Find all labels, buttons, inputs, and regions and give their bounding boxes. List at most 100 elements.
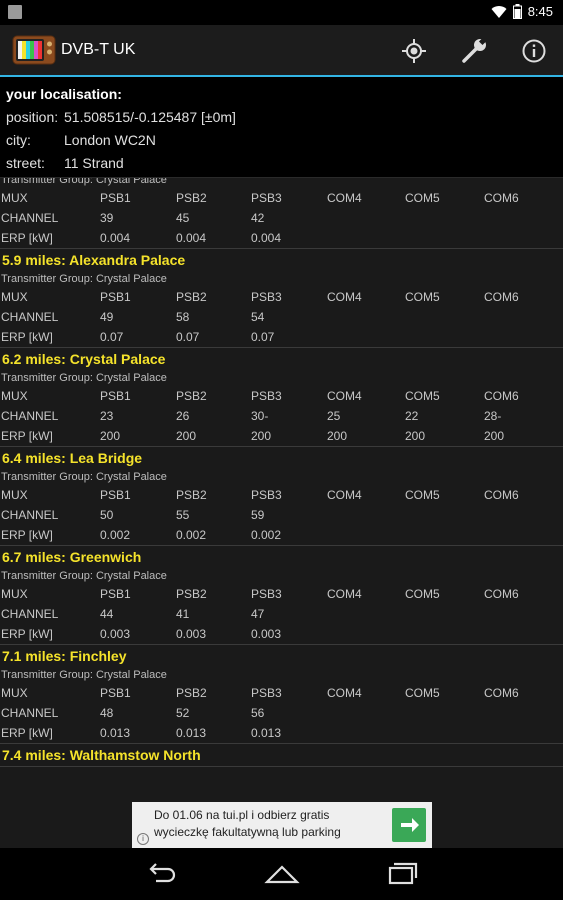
ad-line-1: Do 01.06 na tui.pl i odbierz gratis: [154, 808, 330, 822]
channel-cell: 58: [176, 310, 190, 324]
transmitter-title: 6.4 miles: Lea Bridge: [2, 450, 143, 466]
transmitter-group: Transmitter Group: Crystal Palace: [1, 178, 167, 186]
mux-cell: MUX: [1, 488, 28, 502]
transmitter-entry[interactable]: 6.2 miles: Crystal Palace Transmitter Gro…: [0, 348, 563, 447]
mux-cell: PSB2: [176, 389, 207, 403]
transmitter-entry[interactable]: Transmitter Group: Crystal Palace MUX PSB1…: [0, 178, 563, 249]
channel-cell: CHANNEL: [1, 211, 59, 225]
position-value: 51.508515/-0.125487 [±0m]: [64, 109, 236, 125]
erp-cell: ERP [kW]: [1, 330, 53, 344]
channel-cell: 55: [176, 508, 190, 522]
mux-cell: PSB3: [251, 389, 282, 403]
mux-cell: MUX: [1, 290, 28, 304]
transmitter-entry[interactable]: 6.4 miles: Lea Bridge Transmitter Group: …: [0, 447, 563, 546]
mux-row: MUX PSB1 PSB2 PSB3 COM4 COM5 COM6: [0, 386, 563, 406]
transmitter-entry[interactable]: 7.4 miles: Walthamstow North: [0, 744, 563, 767]
mux-cell: PSB3: [251, 686, 282, 700]
channel-cell: 23: [100, 409, 114, 423]
erp-cell: 0.004: [251, 231, 282, 245]
street-value: 11 Strand: [64, 155, 124, 171]
erp-cell: 200: [251, 429, 272, 443]
city-label: city:: [6, 132, 31, 148]
mux-cell: PSB2: [176, 488, 207, 502]
channel-cell: 42: [251, 211, 265, 225]
erp-cell: 200: [405, 429, 426, 443]
erp-cell: 200: [327, 429, 348, 443]
channel-cell: 49: [100, 310, 114, 324]
mux-cell: PSB2: [176, 686, 207, 700]
mux-cell: COM5: [405, 191, 440, 205]
transmitter-entry[interactable]: 6.7 miles: Greenwich Transmitter Group: C…: [0, 546, 563, 645]
locate-icon[interactable]: [399, 36, 429, 66]
erp-cell: 200: [176, 429, 197, 443]
channel-cell: CHANNEL: [1, 508, 59, 522]
channel-cell: 25: [327, 409, 341, 423]
tv-app-icon[interactable]: [12, 34, 56, 66]
mux-row: MUX PSB1 PSB2 PSB3 COM4 COM5 COM6: [0, 287, 563, 307]
erp-cell: 0.07: [100, 330, 124, 344]
channel-cell: 50: [100, 508, 114, 522]
city-row: city: London WC2N: [6, 132, 156, 148]
erp-cell: 0.004: [100, 231, 131, 245]
mux-cell: PSB3: [251, 191, 282, 205]
channel-cell: CHANNEL: [1, 706, 59, 720]
mux-cell: PSB1: [100, 191, 131, 205]
mux-row: MUX PSB1 PSB2 PSB3 COM4 COM5 COM6: [0, 188, 563, 208]
location-panel: your localisation: position: 51.508515/-0…: [0, 77, 563, 178]
erp-cell: 0.003: [100, 627, 131, 641]
mux-cell: PSB3: [251, 290, 282, 304]
erp-cell: ERP [kW]: [1, 627, 53, 641]
status-time: 8:45: [527, 4, 553, 19]
mux-cell: COM4: [327, 191, 362, 205]
mux-cell: PSB2: [176, 587, 207, 601]
wrench-icon[interactable]: [459, 36, 489, 66]
transmitter-entry[interactable]: 7.1 miles: Finchley Transmitter Group: Cr…: [0, 645, 563, 744]
channel-row: CHANNEL 49 58 54: [0, 307, 563, 327]
home-icon[interactable]: [262, 861, 302, 887]
mux-cell: COM5: [405, 686, 440, 700]
mux-cell: PSB2: [176, 290, 207, 304]
channel-cell: 41: [176, 607, 190, 621]
channel-cell: 28-: [484, 409, 502, 423]
info-icon[interactable]: [519, 36, 549, 66]
mux-row: MUX PSB1 PSB2 PSB3 COM4 COM5 COM6: [0, 485, 563, 505]
mux-cell: COM4: [327, 686, 362, 700]
transmitter-list[interactable]: Transmitter Group: Crystal Palace MUX PSB1…: [0, 178, 563, 848]
mux-cell: PSB2: [176, 191, 207, 205]
recent-apps-icon[interactable]: [382, 861, 422, 887]
mux-cell: PSB1: [100, 587, 131, 601]
mux-cell: PSB1: [100, 488, 131, 502]
transmitter-title: 7.1 miles: Finchley: [2, 648, 127, 664]
status-right: 8:45: [491, 4, 553, 19]
channel-row: CHANNEL 39 45 42: [0, 208, 563, 228]
navigation-bar: [0, 848, 563, 900]
transmitter-entry[interactable]: 5.9 miles: Alexandra Palace Transmitter G…: [0, 249, 563, 348]
back-icon[interactable]: [142, 861, 182, 887]
ad-info-icon[interactable]: i: [137, 833, 149, 845]
transmitter-group: Transmitter Group: Crystal Palace: [1, 669, 167, 681]
channel-cell: 44: [100, 607, 114, 621]
erp-cell: ERP [kW]: [1, 726, 53, 740]
mux-cell: COM5: [405, 488, 440, 502]
ad-banner[interactable]: Do 01.06 na tui.pl i odbierz gratis wyci…: [132, 802, 432, 848]
ad-arrow-button[interactable]: [392, 808, 426, 842]
mux-cell: MUX: [1, 191, 28, 205]
channel-row: CHANNEL 44 41 47: [0, 604, 563, 624]
mux-cell: COM6: [484, 686, 519, 700]
city-value: London WC2N: [64, 132, 156, 148]
position-label: position:: [6, 109, 59, 125]
status-bar: 8:45: [0, 0, 563, 25]
channel-cell: CHANNEL: [1, 607, 59, 621]
mux-cell: COM5: [405, 587, 440, 601]
transmitter-title: 7.4 miles: Walthamstow North: [2, 747, 201, 763]
mux-cell: COM6: [484, 488, 519, 502]
erp-cell: 0.002: [176, 528, 207, 542]
mux-cell: PSB1: [100, 290, 131, 304]
erp-row: ERP [kW] 0.07 0.07 0.07: [0, 327, 563, 347]
mux-cell: COM5: [405, 290, 440, 304]
erp-row: ERP [kW] 0.004 0.004 0.004: [0, 228, 563, 248]
erp-cell: 200: [484, 429, 505, 443]
erp-cell: 0.004: [176, 231, 207, 245]
channel-cell: 52: [176, 706, 190, 720]
channel-cell: 47: [251, 607, 265, 621]
